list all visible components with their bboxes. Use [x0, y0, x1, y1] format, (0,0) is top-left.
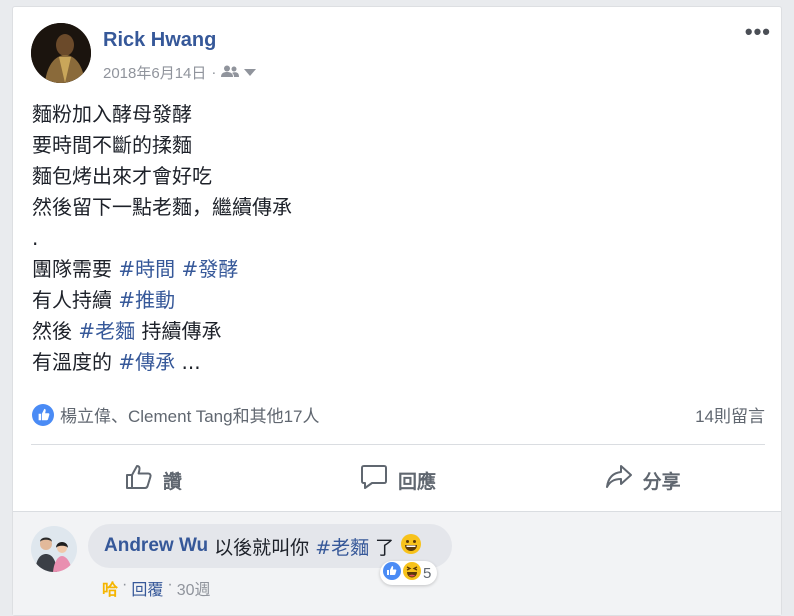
comment-time[interactable]: 30週: [177, 576, 211, 600]
share-arrow-icon: [605, 464, 633, 496]
divider: [31, 444, 765, 445]
comment-text-before: 以後就叫你: [214, 536, 316, 559]
like-button[interactable]: 讚: [31, 452, 276, 508]
hashtag-link[interactable]: #推動: [118, 288, 175, 312]
comment-reaction-count: 5: [423, 564, 432, 582]
comments-section: Andrew Wu 以後就叫你 #老麵 了 5 哈 · 回覆 · 30週: [13, 512, 781, 615]
comment-reactions-badge[interactable]: 5: [380, 561, 438, 585]
grinning-emoji-icon: [400, 533, 422, 560]
hashtag-link[interactable]: #老麵: [78, 319, 135, 343]
commenter-avatar[interactable]: [31, 526, 77, 572]
hashtag-link[interactable]: #時間: [118, 257, 175, 281]
like-reaction-icon: [383, 562, 401, 584]
post-text-segment: 有人持續: [32, 288, 119, 312]
thumbs-up-icon: [125, 464, 153, 496]
share-button[interactable]: 分享: [520, 452, 765, 508]
post-body: 麵粉加入酵母發酵 要時間不斷的揉麵 麵包烤出來才會好吃然後留下一點老麵，繼續傳承. 團…: [32, 99, 292, 378]
hashtag-link[interactable]: #發酵: [181, 257, 238, 281]
post-text-line: 團隊需要 #時間 #發酵: [32, 254, 292, 285]
meta-separator: ·: [122, 576, 128, 593]
comment-text-after: 了: [369, 536, 395, 559]
post-text-segment: 團隊需要: [32, 257, 119, 281]
comment-meta: 哈 · 回覆 · 30週: [102, 576, 211, 600]
meta-separator: ·: [211, 64, 217, 81]
comment-hashtag[interactable]: #老麵: [315, 533, 369, 560]
post-text-line: 有人持續 #推動: [32, 285, 292, 316]
post-text-line: 麵粉加入酵母發酵: [32, 99, 292, 130]
comment-label: 回應: [398, 471, 437, 493]
reactions-names[interactable]: 楊立偉、Clement Tang和其他17人: [60, 402, 320, 427]
meta-separator: ·: [167, 576, 173, 593]
post-text-segment: 持續傳承: [135, 319, 222, 343]
haha-reaction-icon: [403, 562, 421, 584]
post-text-segment: 麵粉加入酵母發酵: [32, 102, 192, 126]
post-text-line: 要時間不斷的揉麵: [32, 130, 292, 161]
reactions-summary[interactable]: 楊立偉、Clement Tang和其他17人: [32, 402, 320, 427]
post-text-line: 麵包烤出來才會好吃: [32, 161, 292, 192]
post-text-segment: 麵包烤出來才會好吃: [32, 164, 212, 188]
post-author-name[interactable]: Rick Hwang: [103, 29, 216, 52]
more-options-icon[interactable]: •••: [745, 21, 771, 43]
post-text-line: 然後留下一點老麵，繼續傳承: [32, 192, 292, 223]
comment-button[interactable]: 回應: [276, 452, 521, 508]
post-text-segment: 有溫度的: [32, 350, 119, 374]
comment-reply-link[interactable]: 回覆: [131, 576, 163, 600]
comment-like-link[interactable]: 哈: [102, 576, 118, 600]
like-reaction-icon: [32, 403, 54, 426]
post-text-segment: .: [32, 226, 39, 250]
comments-count[interactable]: 14則留言: [695, 402, 765, 427]
post-text-segment: 然後: [32, 319, 79, 343]
post-text-line: .: [32, 223, 292, 254]
post-card: Rick Hwang 2018年6月14日 · ••• 麵粉加入酵母發酵 要時間不…: [12, 6, 782, 616]
like-label: 讚: [162, 471, 182, 493]
share-label: 分享: [642, 471, 681, 493]
post-date[interactable]: 2018年6月14日: [103, 62, 206, 83]
comment-author[interactable]: Andrew Wu: [104, 535, 208, 557]
post-text-segment: ...: [175, 350, 201, 374]
comment-bubble-icon: [360, 464, 388, 496]
post-text-line: 有溫度的 #傳承 ...: [32, 347, 292, 378]
post-text-line: 然後 #老麵 持續傳承: [32, 316, 292, 347]
post-text-segment: 要時間不斷的揉麵: [32, 133, 192, 157]
friends-icon[interactable]: [221, 64, 240, 81]
hashtag-link[interactable]: #傳承: [118, 350, 175, 374]
action-bar: 讚 回應 分享: [31, 452, 765, 508]
audience-dropdown-icon[interactable]: [244, 64, 257, 81]
author-avatar[interactable]: [31, 23, 91, 83]
post-text-segment: 然後留下一點老麵，繼續傳承: [32, 195, 292, 219]
post-meta: 2018年6月14日 ·: [103, 62, 257, 83]
